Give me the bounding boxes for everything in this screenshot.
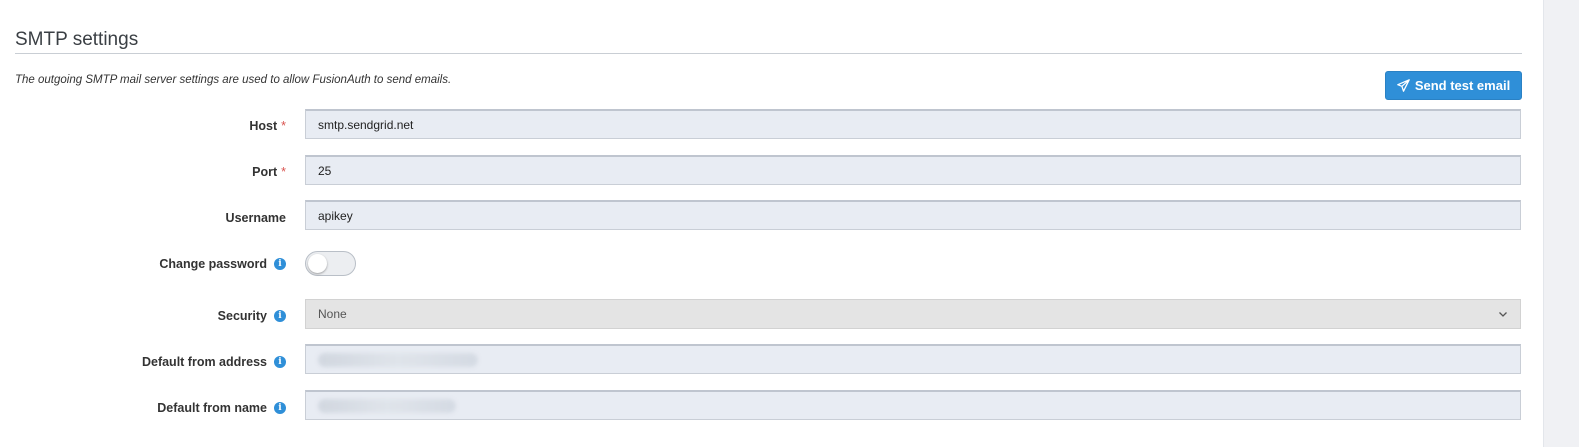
info-icon[interactable]: i	[274, 258, 286, 270]
change-password-toggle[interactable]	[305, 251, 356, 276]
default-from-address-label-text: Default from address	[141, 355, 267, 369]
info-icon[interactable]: i	[274, 402, 286, 414]
security-selected-value: None	[318, 307, 347, 321]
port-label: Port *	[252, 164, 286, 180]
security-label-text: Security	[217, 309, 267, 323]
security-select[interactable]: None	[305, 299, 1521, 329]
port-value: 25	[318, 163, 332, 178]
host-value: smtp.sendgrid.net	[318, 117, 414, 132]
default-from-name-label-text: Default from name	[157, 401, 267, 415]
section-description: The outgoing SMTP mail server settings a…	[15, 74, 452, 86]
chevron-down-icon	[1499, 312, 1507, 317]
redacted-value	[318, 398, 456, 413]
info-icon[interactable]: i	[274, 310, 286, 322]
required-marker: *	[281, 119, 286, 133]
title-divider	[15, 53, 1522, 54]
change-password-label-text: Change password	[159, 257, 267, 271]
required-marker: *	[281, 165, 286, 179]
paper-plane-icon	[1396, 79, 1410, 92]
host-label: Host *	[249, 118, 286, 134]
username-value: apikey	[318, 208, 353, 223]
default-from-name-label: Default from name i	[157, 400, 286, 416]
send-test-email-button[interactable]: Send test email	[1385, 71, 1522, 100]
toggle-knob	[308, 254, 327, 273]
port-label-text: Port	[252, 165, 278, 179]
username-label: Username	[226, 210, 286, 226]
username-input[interactable]: apikey	[305, 200, 1521, 230]
default-from-name-input[interactable]	[305, 390, 1521, 420]
security-label: Security i	[218, 308, 286, 324]
username-label-text: Username	[225, 211, 286, 225]
right-scroll-gutter	[1543, 0, 1579, 447]
host-label-text: Host	[249, 119, 278, 133]
host-input[interactable]: smtp.sendgrid.net	[305, 109, 1521, 139]
redacted-value	[318, 352, 478, 367]
port-input[interactable]: 25	[305, 155, 1521, 185]
change-password-label: Change password i	[159, 256, 286, 272]
default-from-address-label: Default from address i	[142, 354, 286, 370]
send-test-email-label: Send test email	[1414, 78, 1511, 93]
info-icon[interactable]: i	[274, 356, 286, 368]
default-from-address-input[interactable]	[305, 344, 1521, 374]
section-title: SMTP settings	[15, 29, 139, 50]
